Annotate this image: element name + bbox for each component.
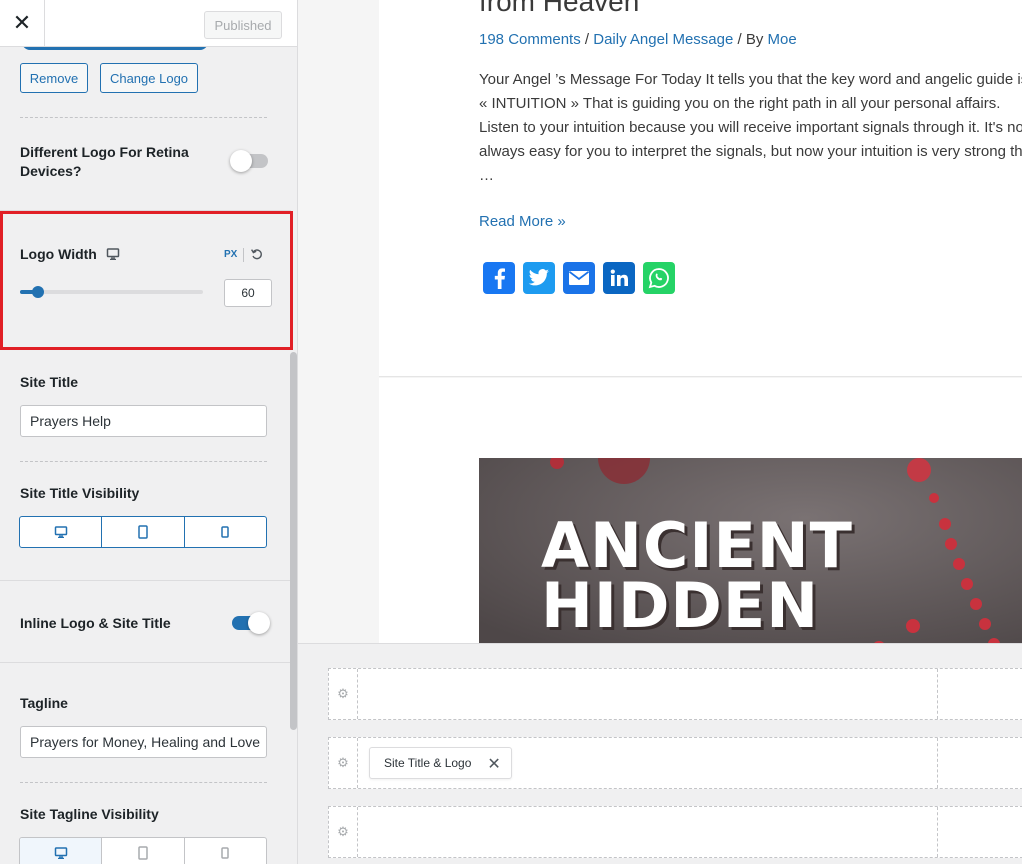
divider	[0, 662, 291, 663]
post-excerpt: Your Angel ’s Message For Today It tells…	[479, 71, 1022, 184]
gear-icon[interactable]: ⚙	[329, 807, 358, 857]
linkedin-icon[interactable]	[603, 262, 635, 294]
site-title-input[interactable]: Prayers Help	[20, 405, 267, 437]
post-title[interactable]: from Heaven	[479, 0, 639, 18]
tagline-visibility-toggle	[19, 837, 267, 864]
featured-image[interactable]: ANCIENT HIDDEN	[479, 458, 1022, 643]
tagline-visibility-label: Site Tagline Visibility	[20, 806, 159, 822]
tagline-label: Tagline	[20, 695, 68, 711]
builder-row[interactable]: ⚙ Site Title & Logo ✕	[328, 737, 1022, 789]
category-link[interactable]: Daily Angel Message	[593, 31, 733, 48]
toggle-knob	[230, 150, 252, 172]
twitter-icon[interactable]	[523, 262, 555, 294]
site-title-logo-chip[interactable]: Site Title & Logo ✕	[369, 747, 512, 779]
remove-logo-button[interactable]: Remove	[20, 63, 88, 93]
comments-link[interactable]: 198 Comments	[479, 31, 581, 48]
column-separator	[937, 738, 938, 788]
retina-logo-toggle[interactable]	[230, 150, 268, 172]
divider	[0, 580, 291, 581]
featured-image-text: ANCIENT HIDDEN	[541, 509, 853, 642]
column-separator	[937, 807, 938, 857]
toggle-knob	[248, 612, 270, 634]
remove-chip-icon[interactable]: ✕	[487, 754, 500, 773]
gear-icon[interactable]: ⚙	[329, 738, 358, 788]
facebook-icon[interactable]	[483, 262, 515, 294]
post-card: from Heaven 198 Comments / Daily Angel M…	[379, 0, 1022, 377]
mobile-icon[interactable]	[185, 838, 266, 864]
site-title-label: Site Title	[20, 374, 79, 390]
divider	[20, 782, 267, 783]
email-icon[interactable]	[563, 262, 595, 294]
change-logo-button[interactable]: Change Logo	[100, 63, 198, 93]
mobile-icon[interactable]	[185, 517, 266, 547]
share-buttons	[483, 262, 675, 294]
divider	[20, 117, 267, 118]
published-button[interactable]: Published	[204, 11, 282, 39]
column-separator	[937, 669, 938, 719]
inline-logo-toggle[interactable]	[232, 612, 270, 634]
close-icon[interactable]: ✕	[0, 0, 45, 47]
retina-logo-label: Different Logo For Retina Devices?	[20, 144, 189, 179]
tagline-input[interactable]: Prayers for Money, Healing and Love	[20, 726, 267, 758]
whatsapp-icon[interactable]	[643, 262, 675, 294]
post-meta: 198 Comments / Daily Angel Message / By …	[479, 31, 797, 48]
footer-builder: ⚙ ⚙ Site Title & Logo ✕ ⚙	[298, 643, 1022, 864]
desktop-icon[interactable]	[20, 838, 103, 864]
tablet-icon[interactable]	[102, 838, 185, 864]
meta-separator: /	[580, 31, 594, 48]
sidebar-header: ✕ Published	[0, 0, 297, 47]
site-title-visibility-toggle	[19, 516, 267, 548]
highlight-box	[0, 211, 293, 350]
read-more-link[interactable]: Read More »	[479, 213, 566, 230]
inline-logo-label: Inline Logo & Site Title	[20, 615, 171, 631]
tablet-icon[interactable]	[102, 517, 185, 547]
gear-icon[interactable]: ⚙	[329, 669, 358, 719]
divider	[20, 461, 267, 462]
post-card: ANCIENT HIDDEN	[379, 378, 1022, 643]
sidebar-scrollbar[interactable]	[290, 352, 297, 730]
author-link[interactable]: Moe	[768, 31, 797, 48]
builder-row[interactable]: ⚙	[328, 668, 1022, 720]
meta-separator: / By	[733, 31, 768, 48]
desktop-icon[interactable]	[20, 517, 103, 547]
customizer-sidebar: ✕ Published Remove Change Logo Different…	[0, 0, 298, 864]
builder-row[interactable]: ⚙	[328, 806, 1022, 858]
site-title-visibility-label: Site Title Visibility	[20, 485, 140, 501]
chip-label: Site Title & Logo	[384, 756, 472, 770]
site-preview: from Heaven 198 Comments / Daily Angel M…	[298, 0, 1022, 643]
